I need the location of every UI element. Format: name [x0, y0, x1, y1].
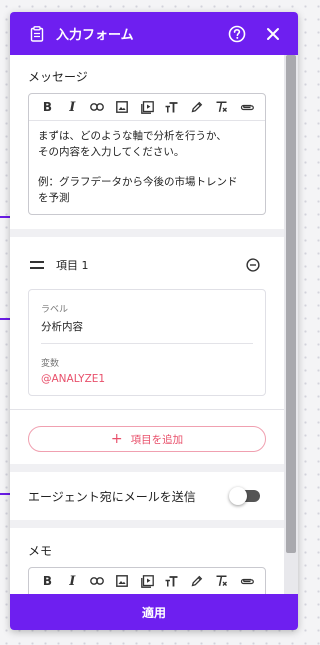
panel-header: 入力フォーム — [10, 12, 298, 55]
scrollbar-thumb[interactable] — [286, 55, 296, 553]
label-value[interactable]: 分析内容 — [41, 319, 253, 334]
image-icon — [116, 575, 129, 587]
item-section: 項目 1 ラベル 分析内容 変数 @ANALYZE1 + 項目を追加 — [10, 237, 284, 464]
message-example-line: を予測 — [38, 192, 70, 204]
attach-button[interactable] — [234, 96, 259, 118]
add-item-button[interactable]: + 項目を追加 — [28, 426, 266, 452]
memo-toolbar: B I — [29, 568, 265, 594]
link-icon — [90, 103, 105, 111]
help-icon — [228, 25, 246, 42]
message-line: まずは、どのような軸で分析を行うか、 — [38, 130, 227, 142]
clear-format-button[interactable] — [209, 570, 234, 592]
canvas-connector-line — [0, 318, 10, 320]
attach-button[interactable] — [234, 570, 259, 592]
link-icon — [90, 577, 105, 585]
apply-label: 適用 — [141, 605, 166, 620]
memo-section: メモ B I — [10, 528, 284, 594]
panel-scrollbar[interactable] — [284, 55, 298, 594]
canvas-connector-line — [0, 216, 10, 218]
clear-format-icon — [216, 101, 228, 112]
memo-editor: B I — [28, 567, 266, 594]
video-button[interactable] — [135, 96, 160, 118]
pen-button[interactable] — [184, 570, 209, 592]
drag-handle-icon[interactable] — [30, 261, 44, 269]
video-icon — [140, 100, 154, 114]
message-section: メッセージ B I まずは、どのような軸で分析を行うか、 その内容を入力してくだ… — [10, 55, 284, 229]
italic-button[interactable]: I — [60, 570, 85, 592]
memo-label: メモ — [28, 544, 53, 558]
input-form-panel: 入力フォーム メッセージ B I まずは、どのような軸で分析を行うか、 その内容… — [10, 12, 298, 630]
attach-icon — [240, 104, 254, 111]
variable-value[interactable]: @ANALYZE1 — [41, 373, 253, 385]
close-button[interactable] — [260, 21, 286, 47]
video-button[interactable] — [135, 570, 160, 592]
message-text[interactable]: まずは、どのような軸で分析を行うか、 その内容を入力してください。 例：グラフデ… — [29, 120, 265, 214]
pen-button[interactable] — [184, 96, 209, 118]
pen-icon — [191, 575, 203, 587]
email-toggle-label: エージェント宛にメールを送信 — [28, 489, 196, 504]
item-header: 項目 1 — [28, 251, 266, 279]
toggle-knob — [229, 487, 247, 505]
bold-button[interactable]: B — [35, 570, 60, 592]
panel-scroll-content: メッセージ B I まずは、どのような軸で分析を行うか、 その内容を入力してくだ… — [10, 55, 284, 594]
message-line: その内容を入力してください。 — [38, 146, 185, 158]
email-toggle-row: エージェント宛にメールを送信 — [10, 472, 284, 520]
text-size-button[interactable] — [159, 96, 184, 118]
variable-caption: 変数 — [41, 359, 60, 369]
add-item-label: 項目を追加 — [130, 433, 184, 446]
email-toggle-switch[interactable] — [229, 487, 260, 505]
attach-icon — [240, 578, 254, 585]
video-icon — [140, 574, 154, 588]
italic-button[interactable]: I — [60, 96, 85, 118]
link-button[interactable] — [85, 96, 110, 118]
message-example-line: 例：グラフデータから今後の市場トレンド — [38, 176, 238, 188]
canvas-connector-line — [0, 493, 10, 495]
panel-body: メッセージ B I まずは、どのような軸で分析を行うか、 その内容を入力してくだ… — [10, 55, 298, 594]
pen-icon — [191, 101, 203, 113]
text-size-button[interactable] — [159, 570, 184, 592]
panel-title: 入力フォーム — [56, 28, 134, 43]
label-caption: ラベル — [41, 305, 69, 315]
clipboard-icon — [30, 25, 44, 42]
section-divider — [10, 409, 284, 410]
image-icon — [116, 101, 129, 113]
minus-circle-icon — [246, 258, 260, 272]
image-button[interactable] — [110, 96, 135, 118]
clear-format-icon — [216, 575, 228, 586]
message-editor: B I まずは、どのような軸で分析を行うか、 その内容を入力してください。 例：… — [28, 93, 266, 215]
text-size-icon — [165, 101, 178, 112]
text-size-icon — [165, 575, 178, 586]
help-button[interactable] — [224, 21, 250, 47]
remove-item-button[interactable] — [244, 256, 262, 274]
bold-button[interactable]: B — [35, 96, 60, 118]
message-toolbar: B I — [29, 94, 265, 120]
clear-format-button[interactable] — [209, 96, 234, 118]
link-button[interactable] — [85, 570, 110, 592]
apply-button[interactable]: 適用 — [10, 594, 298, 630]
image-button[interactable] — [110, 570, 135, 592]
close-icon — [267, 27, 279, 40]
item-title: 項目 1 — [56, 259, 89, 272]
field-divider — [41, 343, 253, 344]
message-label: メッセージ — [28, 70, 88, 84]
item-card: ラベル 分析内容 変数 @ANALYZE1 — [28, 289, 266, 396]
plus-icon: + — [110, 431, 123, 447]
